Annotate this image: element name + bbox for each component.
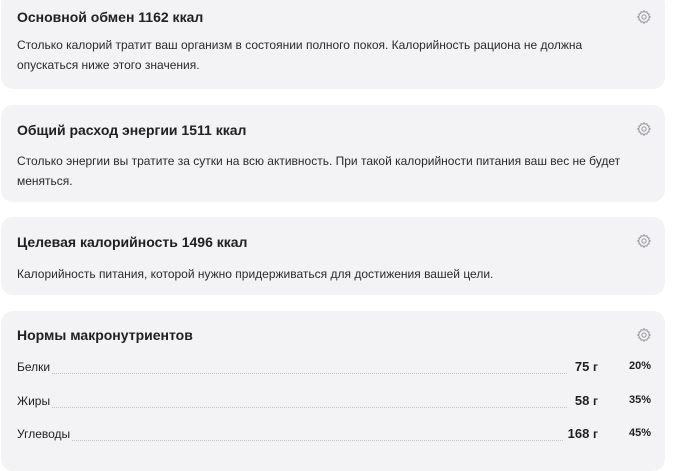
macro-percent: 20% — [628, 360, 651, 372]
dotted-leader — [17, 407, 567, 408]
gear-icon[interactable] — [636, 327, 652, 343]
macro-amount: 168 г — [563, 426, 598, 441]
macro-row-fat: Жиры 58 г 35% — [17, 393, 651, 414]
macro-amount: 58 г — [570, 393, 598, 408]
card-description: Столько энергии вы тратите за сутки на в… — [17, 154, 621, 188]
macro-name: Углеводы — [17, 427, 73, 441]
macro-percent: 45% — [628, 427, 651, 439]
macro-amount-value: 58 — [574, 393, 590, 408]
dotted-leader — [17, 373, 567, 374]
macro-amount-unit: г — [593, 427, 598, 441]
macronutrients-card: Нормы макронутриентов Белки 75 г 20% Жир… — [1, 311, 665, 471]
macro-percent: 35% — [628, 394, 651, 406]
card-title: Основной обмен 1162 ккал — [17, 9, 204, 25]
macro-amount-value: 75 — [574, 359, 590, 374]
card-description: Столько калорий тратит ваш организм в со… — [17, 38, 583, 72]
dotted-leader — [17, 440, 567, 441]
macro-name: Жиры — [17, 394, 53, 408]
macro-amount-unit: г — [593, 360, 598, 374]
macro-row-carbohydrates: Углеводы 168 г 45% — [17, 426, 651, 447]
macro-row-protein: Белки 75 г 20% — [17, 359, 651, 380]
gear-icon[interactable] — [636, 121, 652, 137]
macro-name: Белки — [17, 360, 53, 374]
total-energy-expenditure-card: Общий расход энергии 1511 ккал Столько э… — [1, 105, 665, 202]
macro-amount-unit: г — [593, 394, 598, 408]
macro-amount-value: 168 — [567, 426, 590, 441]
card-title: Нормы макронутриентов — [17, 327, 193, 343]
gear-icon[interactable] — [636, 233, 652, 249]
gear-icon[interactable] — [636, 9, 652, 25]
macro-amount: 75 г — [570, 359, 598, 374]
card-description: Калорийность питания, которой нужно прид… — [17, 267, 494, 281]
basal-metabolism-card: Основной обмен 1162 ккал Столько калорий… — [1, 0, 665, 89]
card-title: Целевая калорийность 1496 ккал — [17, 234, 248, 250]
target-calories-card: Целевая калорийность 1496 ккал Калорийно… — [1, 217, 665, 295]
card-title: Общий расход энергии 1511 ккал — [17, 122, 247, 138]
